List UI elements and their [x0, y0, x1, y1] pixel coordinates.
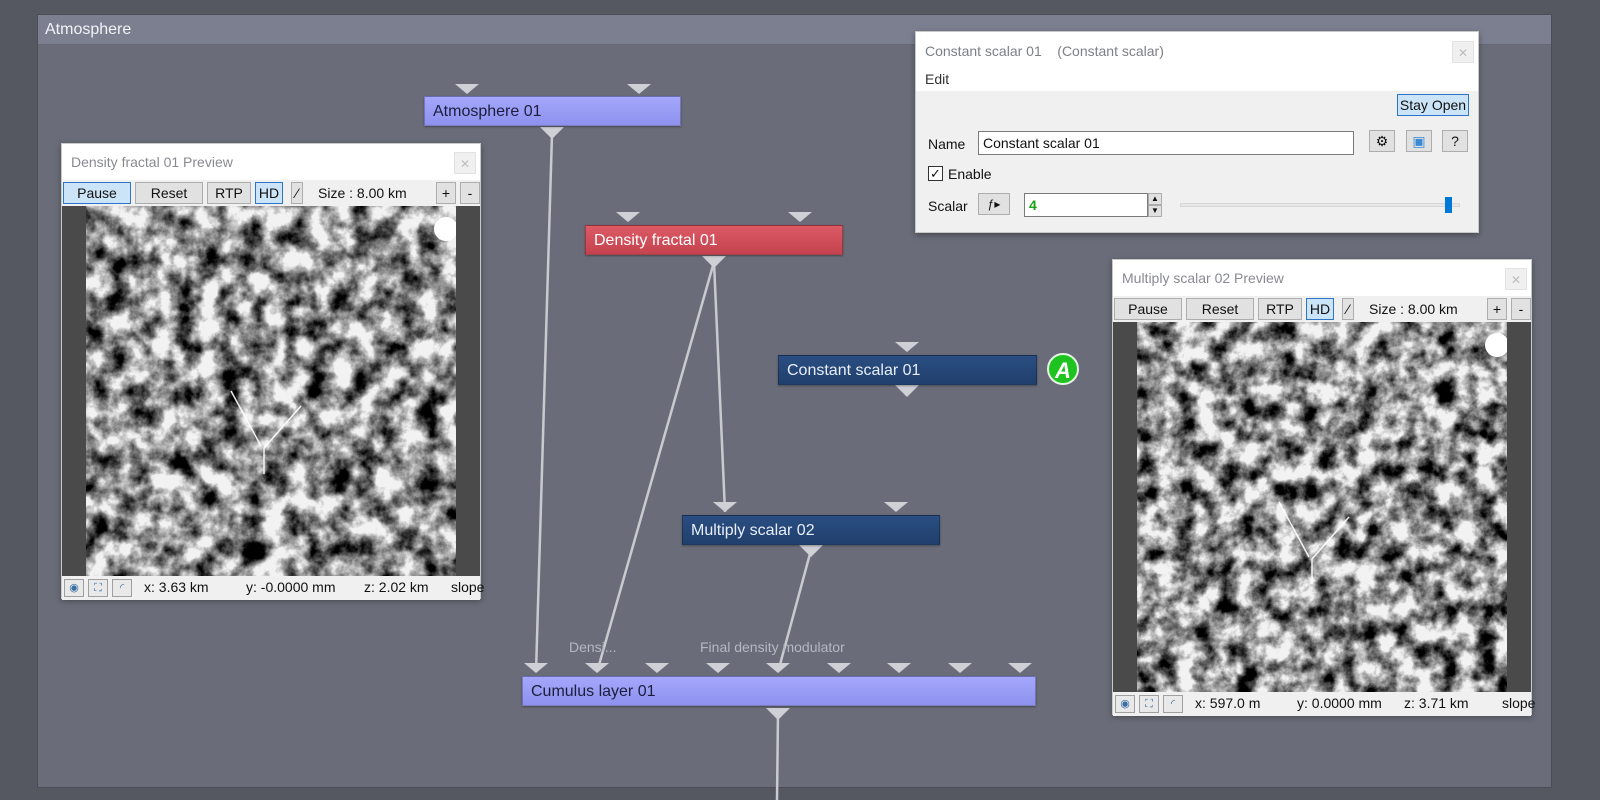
preview-window-multiply-scalar: Multiply scalar 02 Preview ✕ Pause Reset…	[1112, 259, 1535, 716]
slope-readout: slope	[1502, 695, 1536, 711]
scalar-slider-thumb[interactable]	[1444, 197, 1452, 213]
gear-icon[interactable]: ⚙	[1369, 130, 1395, 152]
rtp-button[interactable]: RTP	[1258, 298, 1302, 320]
spin-up-icon[interactable]: ▲	[1148, 193, 1162, 205]
hd-button[interactable]: HD	[255, 182, 283, 204]
z-readout: z: 3.71 km	[1404, 695, 1469, 711]
zoom-out-button[interactable]: -	[460, 182, 480, 204]
z-readout: z: 2.02 km	[364, 579, 429, 595]
preview-render[interactable]	[1113, 322, 1531, 692]
preview-status-bar: ◉ ⛶ ◜ x: 597.0 m y: 0.0000 mm z: 3.71 km…	[1113, 692, 1535, 716]
edit-panel-title-text: Constant scalar 01 (Constant scalar)	[925, 43, 1164, 59]
port-label-densi: Densi...	[569, 639, 617, 655]
help-button[interactable]: ?	[1442, 130, 1468, 152]
preview-title-text: Density fractal 01 Preview	[71, 154, 233, 170]
size-readout: Size : 8.00 km	[318, 185, 407, 201]
preview-icon[interactable]: ▣	[1406, 130, 1432, 152]
eye-icon[interactable]: ◉	[64, 579, 84, 597]
spin-down-icon[interactable]: ▼	[1148, 205, 1162, 217]
function-icon[interactable]: ƒ▸	[978, 193, 1010, 215]
zoom-in-button[interactable]: +	[436, 182, 456, 204]
y-readout: y: 0.0000 mm	[1297, 695, 1382, 711]
node-atmosphere[interactable]: Atmosphere 01	[424, 96, 681, 126]
x-readout: x: 597.0 m	[1195, 695, 1261, 711]
menu-edit[interactable]: Edit	[925, 71, 949, 87]
hd-button[interactable]: HD	[1306, 298, 1334, 320]
edit-panel-title: Constant scalar 01 (Constant scalar) ✕	[916, 32, 1478, 70]
frame-icon[interactable]: ⛶	[1139, 695, 1159, 713]
size-readout: Size : 8.00 km	[1369, 301, 1458, 317]
curve-icon[interactable]: ◜	[1163, 695, 1183, 713]
preview-title: Multiply scalar 02 Preview ✕	[1113, 260, 1531, 296]
scalar-label: Scalar	[928, 198, 968, 214]
preview-toolbar: Pause Reset RTP HD ⁄ Size : 8.00 km + -	[62, 180, 480, 206]
preview-render[interactable]	[62, 206, 480, 576]
close-icon[interactable]: ✕	[1452, 41, 1474, 63]
pause-button[interactable]: Pause	[1114, 298, 1182, 320]
enable-checkbox[interactable]: ✓	[928, 166, 943, 181]
alpha-badge-icon[interactable]: A	[1047, 353, 1079, 385]
close-icon[interactable]: ✕	[454, 152, 476, 174]
node-multiply-scalar[interactable]: Multiply scalar 02	[682, 515, 940, 545]
eye-icon[interactable]: ◉	[1115, 695, 1135, 713]
preview-toolbar: Pause Reset RTP HD ⁄ Size : 8.00 km + -	[1113, 296, 1531, 322]
brush-icon[interactable]: ⁄	[1342, 298, 1354, 320]
pause-button[interactable]: Pause	[63, 182, 131, 204]
scalar-slider[interactable]	[1180, 203, 1460, 207]
frame-icon[interactable]: ⛶	[88, 579, 108, 597]
slope-readout: slope	[451, 579, 485, 595]
reset-button[interactable]: Reset	[135, 182, 203, 204]
zoom-out-button[interactable]: -	[1511, 298, 1531, 320]
node-constant-scalar[interactable]: Constant scalar 01	[778, 355, 1037, 385]
preview-status-bar: ◉ ⛶ ◜ x: 3.63 km y: -0.0000 mm z: 2.02 k…	[62, 576, 484, 600]
preview-title-text: Multiply scalar 02 Preview	[1122, 270, 1284, 286]
cloud-density-image	[1137, 322, 1507, 692]
preview-title: Density fractal 01 Preview ✕	[62, 144, 480, 180]
node-edit-panel: Constant scalar 01 (Constant scalar) ✕ E…	[915, 31, 1479, 233]
cloud-density-image	[86, 206, 456, 576]
reset-button[interactable]: Reset	[1186, 298, 1254, 320]
y-readout: y: -0.0000 mm	[246, 579, 336, 595]
preview-window-density-fractal: Density fractal 01 Preview ✕ Pause Reset…	[61, 143, 484, 600]
x-readout: x: 3.63 km	[144, 579, 209, 595]
name-field[interactable]: Constant scalar 01	[978, 131, 1354, 155]
scalar-input[interactable]: 4	[1024, 193, 1148, 217]
enable-label: Enable	[948, 166, 992, 182]
port-label-final-density-modulator: Final density modulator	[700, 639, 845, 655]
zoom-in-button[interactable]: +	[1487, 298, 1507, 320]
brush-icon[interactable]: ⁄	[291, 182, 303, 204]
node-density-fractal[interactable]: Density fractal 01	[585, 225, 843, 255]
node-cumulus-layer[interactable]: Cumulus layer 01	[522, 676, 1036, 706]
rtp-button[interactable]: RTP	[207, 182, 251, 204]
curve-icon[interactable]: ◜	[112, 579, 132, 597]
name-label: Name	[928, 136, 966, 152]
close-icon[interactable]: ✕	[1505, 268, 1527, 290]
edit-menu-bar: Edit	[916, 70, 1478, 91]
stay-open-button[interactable]: Stay Open	[1397, 94, 1469, 116]
